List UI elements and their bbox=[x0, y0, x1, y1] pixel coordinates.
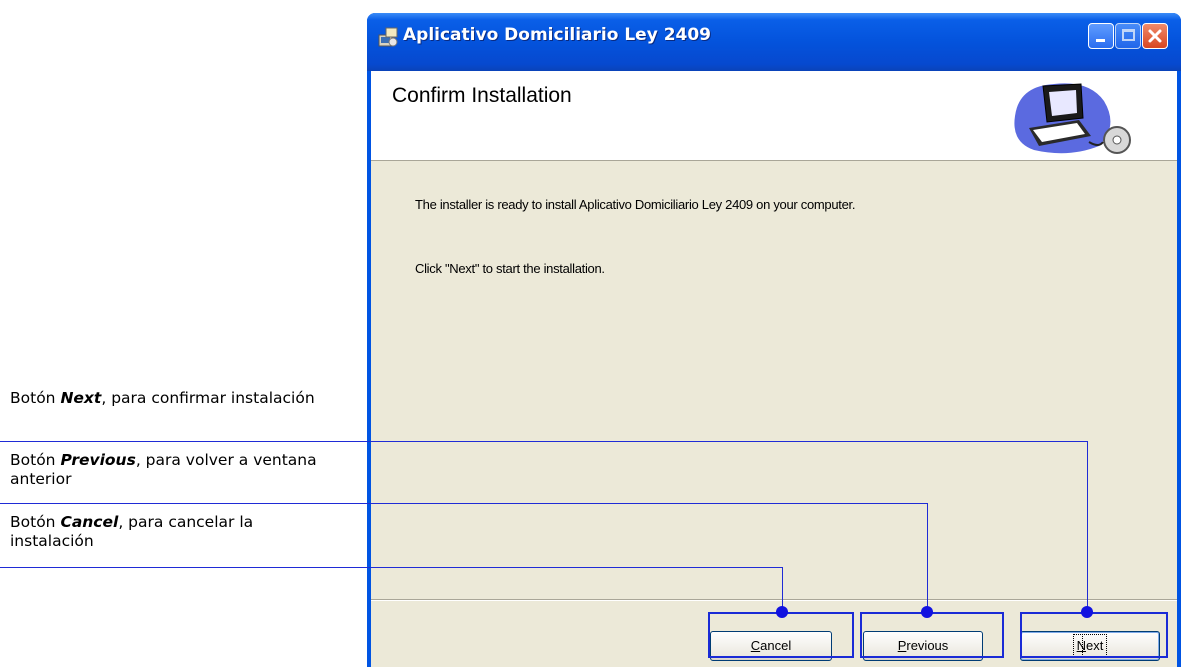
annotation-cancel: Botón Cancel, para cancelar la instalaci… bbox=[10, 513, 254, 550]
header-banner: Confirm Installation bbox=[371, 71, 1177, 161]
title-bar[interactable]: Aplicativo Domiciliario Ley 2409 bbox=[367, 13, 1181, 71]
page-title: Confirm Installation bbox=[392, 84, 572, 107]
annotation-previous: Botón Previous, para volver a ventana an… bbox=[10, 451, 317, 488]
close-button[interactable] bbox=[1142, 23, 1168, 49]
installer-app-icon bbox=[378, 27, 398, 47]
previous-marker-dot bbox=[921, 606, 933, 618]
next-leader-drop bbox=[1087, 441, 1088, 613]
annotation-next: Botón Next, para confirmar instalación bbox=[10, 389, 315, 407]
minimize-icon bbox=[1096, 39, 1105, 42]
close-icon bbox=[1148, 29, 1162, 43]
button-separator bbox=[371, 599, 1177, 601]
next-highlight-box bbox=[1020, 612, 1168, 658]
installer-window: Aplicativo Domiciliario Ley 2409 Confirm… bbox=[367, 13, 1181, 667]
next-leader-line bbox=[0, 441, 1088, 442]
dialog-client-area: Confirm Installation The installer is re… bbox=[371, 71, 1177, 667]
cancel-leader-line bbox=[0, 567, 783, 568]
previous-leader-line bbox=[0, 503, 928, 504]
message-ready: The installer is ready to install Aplica… bbox=[415, 197, 856, 212]
next-marker-dot bbox=[1081, 606, 1093, 618]
previous-highlight-box bbox=[860, 612, 1004, 658]
minimize-button[interactable] bbox=[1088, 23, 1114, 49]
maximize-button[interactable] bbox=[1115, 23, 1141, 49]
message-click-next: Click "Next" to start the installation. bbox=[415, 261, 605, 276]
maximize-icon bbox=[1122, 29, 1135, 41]
computer-cd-icon bbox=[1014, 83, 1131, 154]
cancel-marker-dot bbox=[776, 606, 788, 618]
previous-leader-drop bbox=[927, 503, 928, 613]
cancel-highlight-box bbox=[708, 612, 854, 658]
window-title: Aplicativo Domiciliario Ley 2409 bbox=[403, 25, 712, 45]
